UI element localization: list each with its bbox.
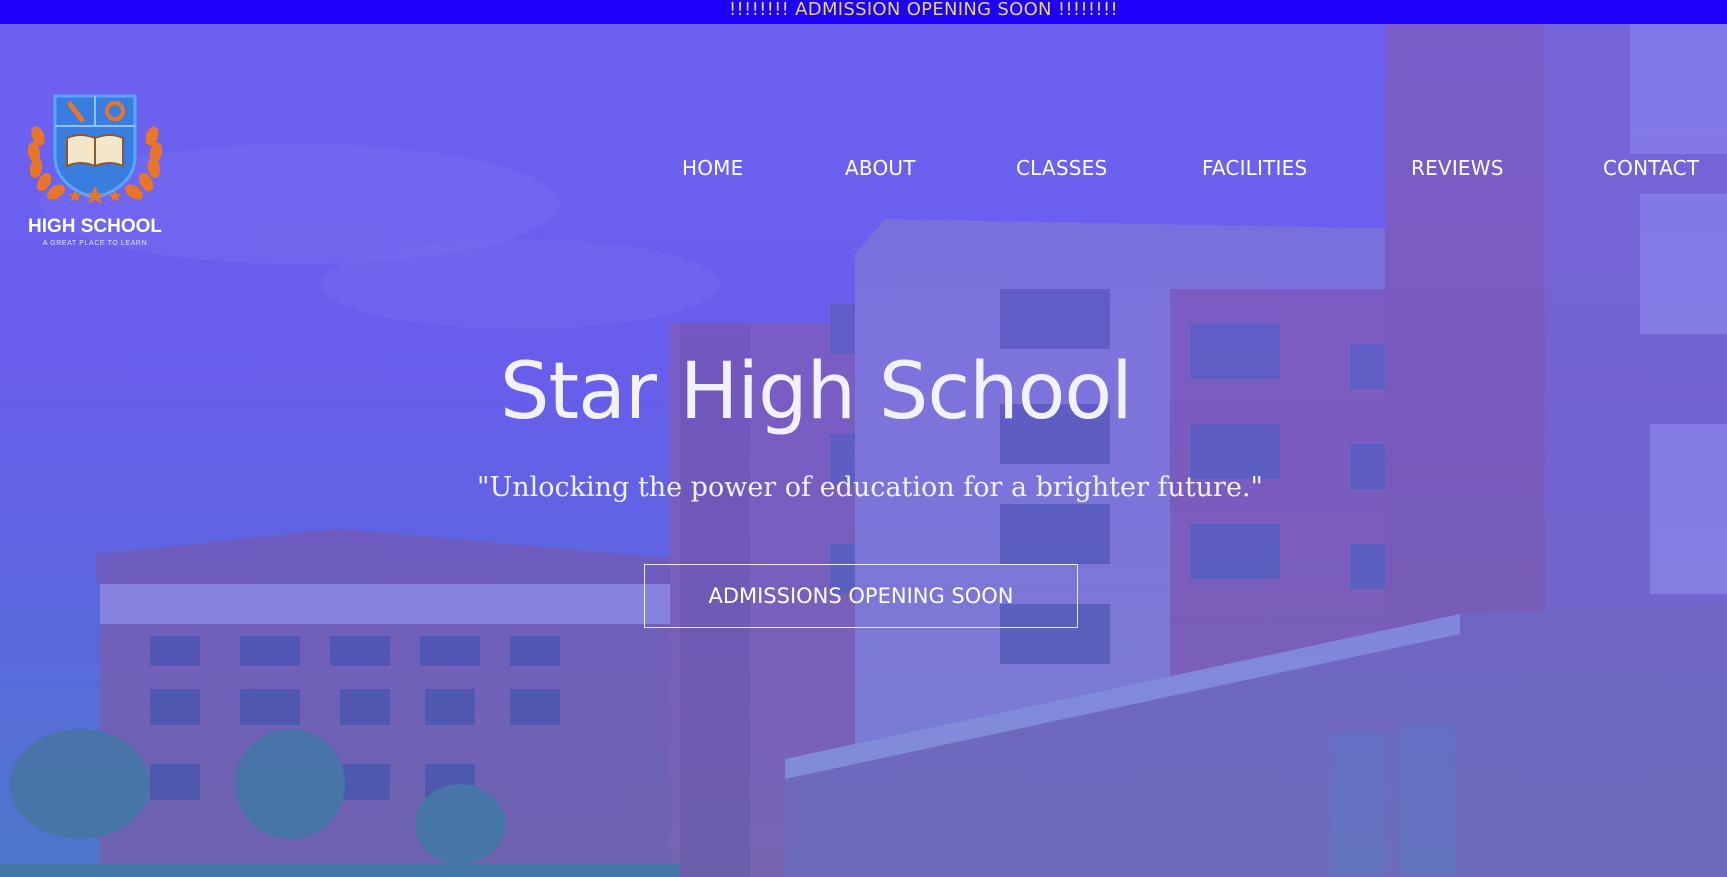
admissions-button[interactable]: ADMISSIONS OPENING SOON (644, 564, 1078, 628)
main-nav: HOME ABOUT CLASSES FACILITIES REVIEWS CO… (0, 156, 1727, 186)
hero-overlay (0, 24, 1727, 877)
nav-reviews[interactable]: REVIEWS (1411, 156, 1504, 180)
hero-section (0, 24, 1727, 877)
crest-icon (27, 94, 163, 204)
banner-text: !!!!!!!! ADMISSION OPENING SOON !!!!!!!! (729, 0, 1118, 20)
hero-title: Star High School (500, 347, 1133, 437)
nav-contact[interactable]: CONTACT (1603, 156, 1699, 180)
admission-banner: !!!!!!!! ADMISSION OPENING SOON !!!!!!!! (0, 0, 1727, 24)
nav-home[interactable]: HOME (682, 156, 743, 180)
logo-tagline: A GREAT PLACE TO LEARN (42, 240, 148, 247)
nav-about[interactable]: ABOUT (845, 156, 916, 180)
logo-title: HIGH SCHOOL (27, 216, 163, 237)
hero-subtitle: "Unlocking the power of education for a … (477, 472, 1263, 503)
nav-classes[interactable]: CLASSES (1016, 156, 1107, 180)
nav-facilities[interactable]: FACILITIES (1202, 156, 1307, 180)
